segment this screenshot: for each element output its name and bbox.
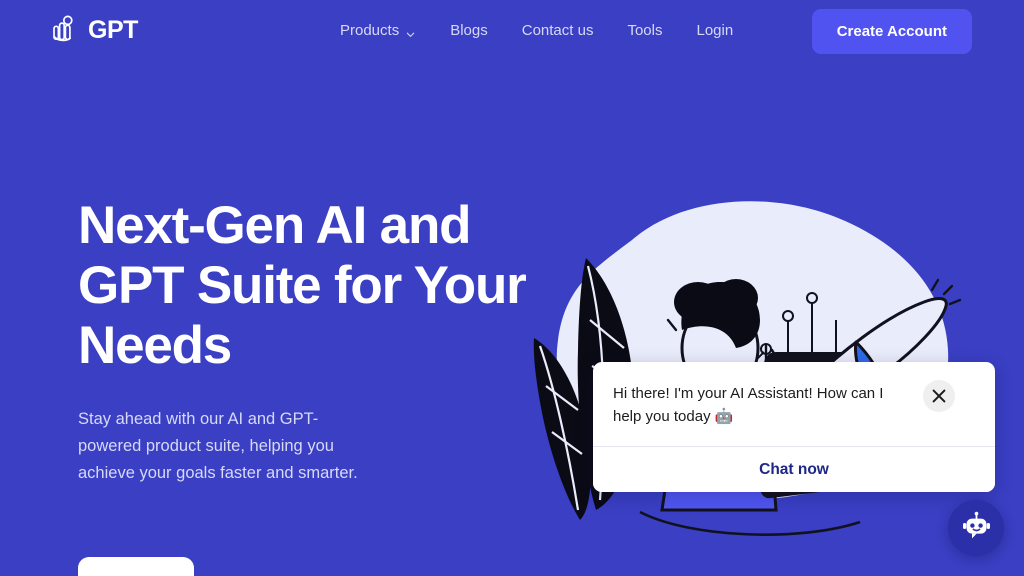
logo[interactable]: GPT xyxy=(50,14,138,46)
page-title: Next-Gen AI and GPT Suite for Your Needs xyxy=(78,196,527,375)
logo-text: GPT xyxy=(88,15,138,44)
close-icon[interactable] xyxy=(923,380,955,412)
chat-popup: Hi there! I'm your AI Assistant! How can… xyxy=(593,362,995,492)
hero-copy: Next-Gen AI and GPT Suite for Your Needs… xyxy=(78,196,578,487)
gpt-logo-icon xyxy=(50,14,84,46)
chat-popup-body: Hi there! I'm your AI Assistant! How can… xyxy=(593,362,995,446)
nav-item-login[interactable]: Login xyxy=(679,20,750,42)
chat-now-button[interactable]: Chat now xyxy=(593,447,995,492)
chat-greeting-message: Hi there! I'm your AI Assistant! How can… xyxy=(613,385,884,425)
nav-item-blogs[interactable]: Blogs xyxy=(433,20,505,42)
hero-subtitle: Stay ahead with our AI and GPT-powered p… xyxy=(78,410,358,482)
landing-page: GPT Products Blogs Contact us Tools Logi… xyxy=(0,0,1024,576)
chat-fab-button[interactable] xyxy=(948,500,1004,556)
nav-item-contact-us[interactable]: Contact us xyxy=(505,20,611,42)
hero-cta-button[interactable] xyxy=(78,557,194,576)
ground-curve xyxy=(639,510,861,536)
chevron-down-icon xyxy=(405,25,416,37)
nav-item-label: Products xyxy=(340,22,400,39)
robot-icon xyxy=(960,510,993,546)
site-header: GPT Products Blogs Contact us Tools Logi… xyxy=(0,0,1024,62)
nav-item-tools[interactable]: Tools xyxy=(610,20,679,42)
main-nav: Products Blogs Contact us Tools Login xyxy=(340,20,750,42)
ai-developer-illustration xyxy=(520,170,990,550)
nav-item-label: Tools xyxy=(627,22,663,39)
nav-item-products[interactable]: Products xyxy=(340,20,433,42)
nav-item-label: Login xyxy=(696,22,734,39)
nav-item-label: Blogs xyxy=(450,22,488,39)
nav-item-label: Contact us xyxy=(521,22,594,39)
create-account-button[interactable]: Create Account xyxy=(811,9,972,54)
